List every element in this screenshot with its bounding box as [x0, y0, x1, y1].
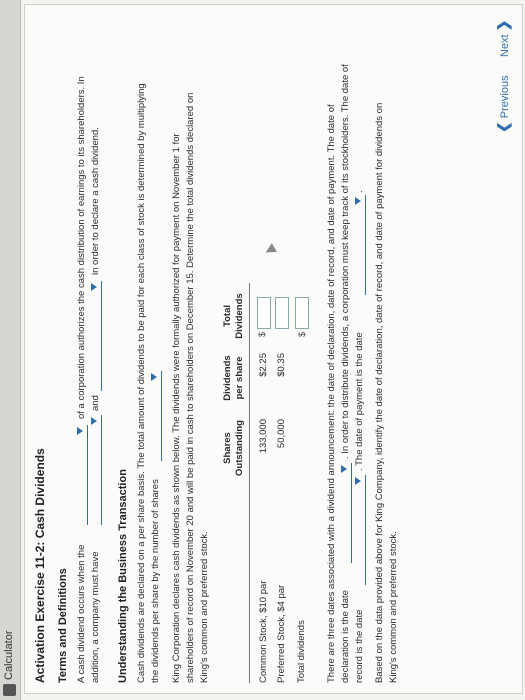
chevron-right-icon: ❯ [495, 19, 511, 32]
terms-heading: Terms and Definitions [57, 568, 69, 683]
chevron-left-icon: ❮ [495, 121, 511, 133]
common-total-input[interactable] [257, 297, 271, 329]
previous-label: Previous [499, 75, 511, 119]
row-common-currency: $ [257, 331, 267, 337]
understanding-text-2c: King's common and preferred stock. [199, 531, 210, 683]
dates-text-1f: . [354, 190, 365, 193]
chevron-down-icon [355, 197, 361, 205]
chevron-down-icon [355, 477, 361, 485]
row-common-label: Common Stock, $10 par [258, 580, 269, 683]
terms-text-1b: of a corporation authorizes the cash dis… [76, 76, 87, 419]
total-currency: $ [297, 331, 307, 337]
row-preferred-per-share: $0.35 [276, 353, 287, 377]
total-dividends-input[interactable] [295, 297, 309, 329]
next-label: Next [499, 34, 511, 57]
understanding-text-1a: Cash dividends are declared on a per sha… [136, 83, 147, 683]
mouse-cursor-icon [263, 243, 277, 257]
terms-text-2c: in order to declare a cash dividend. [90, 127, 101, 275]
chevron-down-icon [341, 465, 347, 473]
row-preferred-label: Preferred Stock, $4 par [276, 584, 287, 683]
chevron-down-icon [91, 283, 97, 291]
calculator-icon[interactable] [3, 684, 16, 696]
calculator-link[interactable]: Calculator [3, 630, 15, 680]
screen: Calculator Activation Exercise 11-2: Cas… [0, 0, 525, 700]
table-rule [249, 283, 250, 683]
understanding-text-2a: King Corporation declares cash dividends… [171, 133, 182, 683]
dates-text-1b: declaration is the date [340, 590, 351, 683]
preferred-total-input[interactable] [275, 297, 289, 329]
header-shares-2: Outstanding [234, 420, 245, 476]
payment-date-dropdown[interactable] [353, 195, 366, 295]
understanding-text-2b: shareholders of record on November 20 an… [185, 92, 196, 683]
chevron-down-icon [77, 427, 83, 435]
header-dividends-2: per share [234, 356, 245, 400]
understanding-text-1b: the dividends per share by the number of… [150, 479, 161, 683]
row-preferred-shares: 50,000 [276, 419, 287, 449]
requirement-1-dropdown[interactable] [89, 415, 102, 525]
dates-text-1a: There are three dates associated with a … [326, 104, 337, 683]
exercise-panel: Activation Exercise 11-2: Cash Dividends… [24, 4, 523, 694]
terms-text-1a: A cash dividend occurs when the [76, 544, 87, 683]
exercise-title: Activation Exercise 11-2: Cash Dividends [33, 448, 47, 683]
next-button[interactable]: Next ❯ [495, 20, 512, 57]
record-date-dropdown[interactable] [353, 475, 366, 585]
governing-body-dropdown[interactable] [75, 425, 88, 525]
previous-button[interactable]: ❮ Previous [495, 75, 512, 133]
requirement-2-dropdown[interactable] [89, 281, 102, 391]
understanding-heading: Understanding the Business Transaction [117, 469, 129, 683]
terms-text-2b: and [90, 395, 101, 411]
row-common-shares: 133,000 [258, 419, 269, 454]
dates-text-2a: Based on the data provided above for Kin… [374, 102, 385, 683]
dates-text-2b: King's common and preferred stock. [388, 531, 399, 683]
declaration-date-dropdown[interactable] [339, 463, 352, 563]
shares-dropdown[interactable] [149, 371, 162, 461]
chevron-down-icon [91, 417, 97, 425]
chevron-down-icon [151, 373, 157, 381]
top-toolbar: Calculator [0, 0, 21, 700]
row-common-per-share: $2.25 [258, 353, 269, 377]
dates-text-1c: . In order to distribute dividends, a co… [340, 64, 351, 459]
terms-text-2a: addition, a company must have [90, 551, 101, 684]
header-total-2: Dividends [234, 293, 245, 339]
dates-text-1e: . The date of payment is the date [354, 332, 365, 471]
total-dividends-label: Total dividends [296, 620, 307, 683]
dates-text-1d: record is the date [354, 609, 365, 683]
